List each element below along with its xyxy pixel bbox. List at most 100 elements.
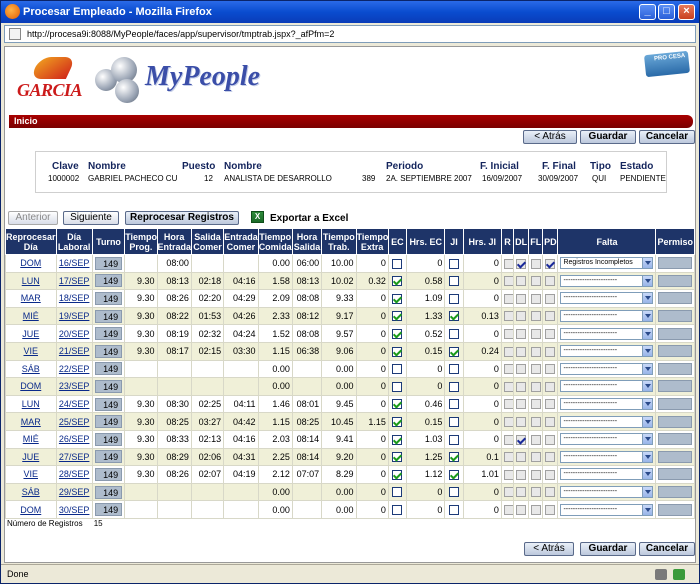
fl-checkbox[interactable]: [531, 311, 542, 322]
previous-button[interactable]: Anterior: [8, 211, 58, 225]
pd-checkbox[interactable]: [545, 452, 556, 463]
pd-checkbox[interactable]: [545, 346, 556, 357]
ec-checkbox[interactable]: [392, 276, 403, 287]
back-button-top[interactable]: < Atrás: [523, 130, 577, 144]
falta-select[interactable]: -----------------------: [560, 468, 654, 481]
reprocess-day-link-text[interactable]: MAR: [21, 293, 41, 303]
permiso-field[interactable]: [658, 274, 692, 287]
work-day-link-text[interactable]: 18/SEP: [59, 293, 90, 303]
ji-checkbox[interactable]: [448, 381, 459, 392]
pd-checkbox[interactable]: [545, 276, 556, 287]
permiso-field[interactable]: [658, 292, 692, 305]
falta-select[interactable]: -----------------------: [560, 503, 654, 516]
work-day-link-text[interactable]: 29/SEP: [59, 487, 90, 497]
r-checkbox[interactable]: [503, 416, 513, 427]
pd-checkbox[interactable]: [545, 487, 556, 498]
fl-checkbox[interactable]: [531, 399, 542, 410]
ec-checkbox[interactable]: [392, 469, 403, 480]
reprocess-day-link-text[interactable]: JUE: [22, 452, 39, 462]
falta-select[interactable]: -----------------------: [560, 310, 654, 323]
dl-checkbox[interactable]: [516, 364, 527, 375]
reprocess-day-link-text[interactable]: LUN: [22, 399, 40, 409]
ji-checkbox[interactable]: [448, 469, 459, 480]
work-day-link-text[interactable]: 30/SEP: [59, 505, 90, 515]
r-checkbox[interactable]: [503, 452, 513, 463]
work-day-link-text[interactable]: 22/SEP: [59, 364, 90, 374]
falta-select[interactable]: -----------------------: [560, 327, 654, 340]
reprocess-day-link-text[interactable]: DOM: [20, 505, 41, 515]
ec-checkbox[interactable]: [392, 328, 403, 339]
work-day-link-text[interactable]: 17/SEP: [59, 276, 90, 286]
r-checkbox[interactable]: [503, 504, 513, 515]
close-button[interactable]: ×: [678, 4, 695, 20]
ji-checkbox[interactable]: [448, 416, 459, 427]
dl-checkbox[interactable]: [516, 504, 527, 515]
dl-checkbox[interactable]: [516, 381, 527, 392]
ji-checkbox[interactable]: [448, 364, 459, 375]
pd-checkbox[interactable]: [545, 469, 556, 480]
turno-field[interactable]: 149: [94, 485, 123, 499]
ji-checkbox[interactable]: [448, 346, 459, 357]
permiso-field[interactable]: [658, 380, 692, 393]
fl-checkbox[interactable]: [531, 293, 542, 304]
turno-field[interactable]: 149: [94, 432, 123, 446]
permiso-field[interactable]: [658, 486, 692, 499]
falta-select[interactable]: -----------------------: [560, 450, 654, 463]
turno-field[interactable]: 149: [94, 379, 123, 393]
r-checkbox[interactable]: [503, 434, 513, 445]
reprocess-day-link-text[interactable]: LUN: [22, 276, 40, 286]
r-checkbox[interactable]: [503, 311, 513, 322]
pd-checkbox[interactable]: [545, 399, 556, 410]
minimize-button[interactable]: _: [639, 4, 656, 20]
turno-field[interactable]: 149: [94, 274, 123, 288]
ec-checkbox[interactable]: [392, 258, 403, 269]
fl-checkbox[interactable]: [531, 258, 542, 269]
url-bar[interactable]: http://procesa9i:8088/MyPeople/faces/app…: [4, 25, 696, 43]
dl-checkbox[interactable]: [516, 346, 527, 357]
save-button-top[interactable]: Guardar: [580, 130, 636, 144]
fl-checkbox[interactable]: [531, 416, 542, 427]
dl-checkbox[interactable]: [516, 276, 527, 287]
reprocess-day-link-text[interactable]: VIE: [23, 346, 38, 356]
falta-select[interactable]: Registros Incompletos: [560, 257, 654, 270]
permiso-field[interactable]: [658, 503, 692, 516]
ji-checkbox[interactable]: [448, 276, 459, 287]
dl-checkbox[interactable]: [516, 487, 527, 498]
extension-icon[interactable]: [673, 569, 685, 580]
r-checkbox[interactable]: [503, 328, 513, 339]
work-day-link-text[interactable]: 27/SEP: [59, 452, 90, 462]
r-checkbox[interactable]: [503, 346, 513, 357]
reprocess-day-link-text[interactable]: SÁB: [22, 364, 40, 374]
cancel-button-bottom[interactable]: Cancelar: [639, 542, 695, 556]
dl-checkbox[interactable]: [516, 452, 527, 463]
fl-checkbox[interactable]: [531, 434, 542, 445]
turno-field[interactable]: 149: [94, 291, 123, 305]
back-button-bottom[interactable]: < Atrás: [524, 542, 574, 556]
pd-checkbox[interactable]: [545, 416, 556, 427]
falta-select[interactable]: -----------------------: [560, 362, 654, 375]
falta-select[interactable]: -----------------------: [560, 292, 654, 305]
reprocess-day-link-text[interactable]: JUE: [22, 329, 39, 339]
pd-checkbox[interactable]: [545, 311, 556, 322]
work-day-link-text[interactable]: 25/SEP: [59, 417, 90, 427]
r-checkbox[interactable]: [503, 293, 513, 304]
export-excel-link[interactable]: Exportar a Excel: [270, 213, 348, 224]
fl-checkbox[interactable]: [531, 504, 542, 515]
pd-checkbox[interactable]: [545, 328, 556, 339]
fl-checkbox[interactable]: [531, 346, 542, 357]
work-day-link-text[interactable]: 16/SEP: [59, 258, 90, 268]
fl-checkbox[interactable]: [531, 276, 542, 287]
permiso-field[interactable]: [658, 362, 692, 375]
fl-checkbox[interactable]: [531, 452, 542, 463]
ec-checkbox[interactable]: [392, 504, 403, 515]
reprocess-day-link-text[interactable]: DOM: [20, 381, 41, 391]
reprocess-button[interactable]: Reprocesar Registros: [125, 211, 239, 225]
dl-checkbox[interactable]: [516, 258, 527, 269]
fl-checkbox[interactable]: [531, 381, 542, 392]
dl-checkbox[interactable]: [516, 469, 527, 480]
turno-field[interactable]: 149: [94, 344, 123, 358]
reprocess-day-link-text[interactable]: MIÉ: [23, 434, 39, 444]
turno-field[interactable]: 149: [94, 362, 123, 376]
dl-checkbox[interactable]: [516, 293, 527, 304]
falta-select[interactable]: -----------------------: [560, 274, 654, 287]
